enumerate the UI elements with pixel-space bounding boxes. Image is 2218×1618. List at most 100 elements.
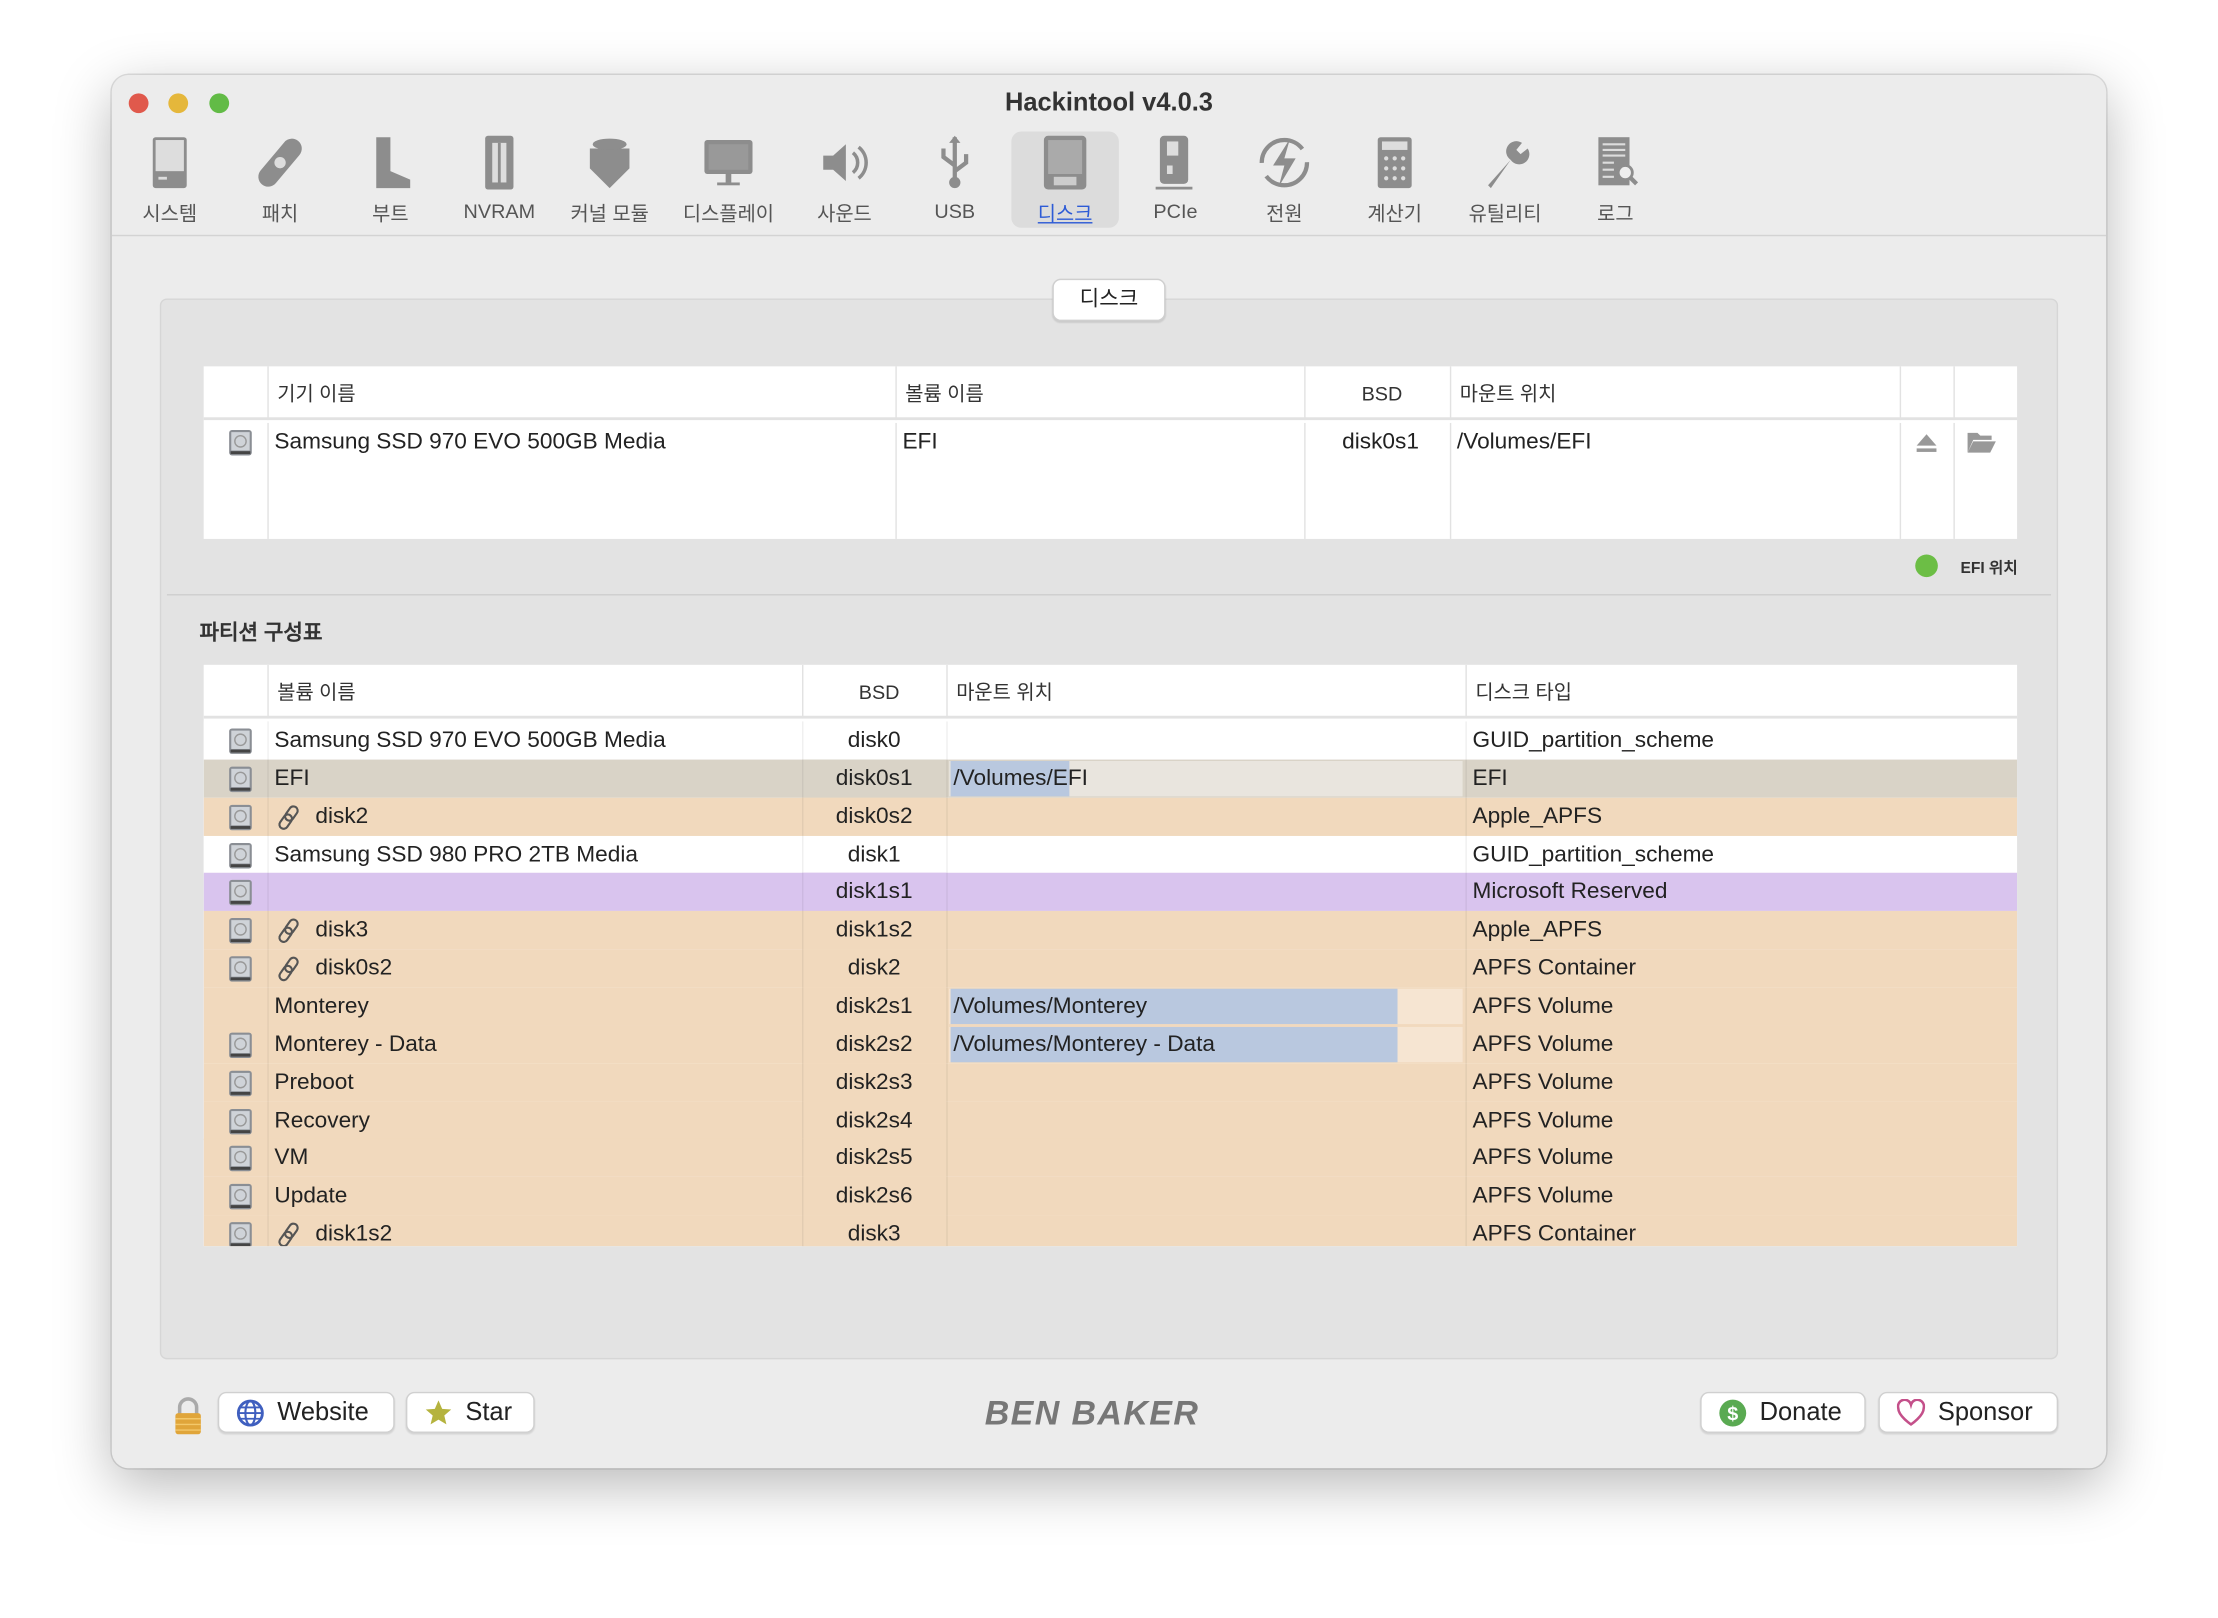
table-row[interactable]: Monterey - Data disk2s2/Volumes/Monterey … <box>203 1025 2018 1064</box>
volume-name: disk1s2 <box>315 1222 393 1247</box>
toolbar-item-label: 사운드 <box>817 202 872 225</box>
globe-icon <box>236 1399 264 1427</box>
toolbar-item-label: 로그 <box>1597 202 1634 225</box>
toolbar-item-wrench[interactable]: 유틸리티 <box>1451 132 1559 228</box>
column-mount[interactable]: 마운트 위치 <box>1449 366 1900 421</box>
column-open <box>1953 366 2015 421</box>
disk-type: APFS Container <box>1472 1222 1637 1247</box>
toolbar-item-speaker[interactable]: 사운드 <box>791 132 899 228</box>
hard-drive-icon <box>229 956 252 982</box>
toolbar-item-pcie-card[interactable]: PCIe <box>1122 132 1230 228</box>
bsd-name: disk1s1 <box>802 873 947 912</box>
hard-drive-icon <box>229 918 252 944</box>
table-row[interactable]: Update disk2s6 APFS Volume <box>203 1177 2018 1216</box>
toolbar-item-memory[interactable]: NVRAM <box>446 132 554 228</box>
column-volume-name[interactable]: 볼륨 이름 <box>267 664 802 719</box>
disk-type: APFS Volume <box>1472 1146 1614 1171</box>
disk-type: GUID_partition_scheme <box>1472 842 1715 867</box>
table-row[interactable]: disk2 disk0s2 Apple_APFS <box>203 797 2018 836</box>
memory-icon <box>485 135 514 190</box>
heart-icon <box>1896 1398 1926 1426</box>
volume-name: disk0s2 <box>315 956 393 981</box>
disk-type: Apple_APFS <box>1472 804 1603 829</box>
toolbar-item-label: PCIe <box>1153 199 1198 223</box>
table-row[interactable]: Monterey disk2s1/Volumes/Monterey APFS Vol… <box>203 987 2018 1026</box>
eject-icon[interactable] <box>1915 433 1938 453</box>
toolbar-item-label: 디스플레이 <box>682 202 775 225</box>
column-bsd[interactable]: BSD <box>1304 366 1450 421</box>
toolbar-item-label: 계산기 <box>1367 202 1423 225</box>
power-bolt-icon <box>1259 137 1310 188</box>
column-bsd[interactable]: BSD <box>802 664 946 719</box>
volume-name: VM <box>274 1146 309 1171</box>
hard-drive-icon <box>229 766 252 792</box>
volume-name: Monterey - Data <box>274 1032 437 1057</box>
toolbar-item-label: 시스템 <box>142 202 198 225</box>
efi-table-row[interactable]: Samsung SSD 970 EVO 500GB Media EFI disk… <box>204 423 2017 461</box>
volume-name: Monterey <box>274 994 369 1019</box>
partition-table: 볼륨 이름 BSD 마운트 위치 디스크 타입 Samsung SSD 970 … <box>203 664 2018 1247</box>
website-label: Website <box>277 1397 369 1426</box>
disk-type: APFS Container <box>1472 956 1637 981</box>
toolbar-item-label: 디스크 <box>1037 202 1093 225</box>
table-row[interactable]: disk1s2 disk3 APFS Container <box>203 1215 2018 1247</box>
wrench-icon <box>1488 141 1530 189</box>
lego-brick-icon <box>589 138 630 189</box>
mount-point: /Volumes/EFI <box>953 766 1088 791</box>
pcie-card-icon <box>1155 135 1193 190</box>
table-row[interactable]: Samsung SSD 970 EVO 500GB Media disk0 GUID… <box>203 721 2018 760</box>
column-disk-type[interactable]: 디스크 타입 <box>1465 664 2014 719</box>
column-device-name[interactable]: 기기 이름 <box>267 366 895 421</box>
hard-drive-icon <box>229 804 252 830</box>
volume-name: disk3 <box>315 918 369 943</box>
toolbar-item-usb[interactable]: USB <box>901 132 1009 228</box>
column-eject <box>1899 366 1954 421</box>
donate-label: Donate <box>1759 1397 1842 1426</box>
table-row[interactable]: disk3 disk1s2 Apple_APFS <box>203 911 2018 950</box>
toolbar-item-bandage[interactable]: 패치 <box>226 132 334 228</box>
table-row[interactable]: EFI disk0s1/Volumes/EFI EFI <box>203 759 2018 798</box>
table-row[interactable]: Preboot disk2s3 APFS Volume <box>203 1063 2018 1102</box>
website-button[interactable]: Website <box>217 1391 395 1433</box>
toolbar: 시스템 패치 부트 NVRAM 커널 모듈 디스플레이 사운드 USB 디스크 PCIe 전원 계산기… <box>111 75 2107 237</box>
toolbar-item-monitor[interactable]: 디스플레이 <box>675 132 783 228</box>
bsd-name: disk1 <box>802 835 947 874</box>
table-row[interactable]: disk0s2 disk2 APFS Container <box>203 949 2018 988</box>
toolbar-item-disk[interactable]: 디스크 <box>1011 131 1119 228</box>
tab-disk[interactable]: 디스크 <box>1052 278 1166 322</box>
toolbar-item-lego-brick[interactable]: 커널 모듈 <box>556 132 664 228</box>
table-row[interactable]: disk1s1 Microsoft Reserved <box>203 873 2018 912</box>
speaker-icon <box>823 144 868 182</box>
hard-drive-icon <box>229 728 252 754</box>
toolbar-item-boot[interactable]: 부트 <box>337 132 445 228</box>
disk-type: GUID_partition_scheme <box>1472 728 1715 753</box>
folder-open-icon[interactable] <box>1966 431 1997 454</box>
toolbar-item-log-search[interactable]: 로그 <box>1562 132 1670 228</box>
star-label: Star <box>465 1397 513 1426</box>
hard-drive-icon <box>229 430 252 456</box>
toolbar-item-label: 커널 모듈 <box>570 202 649 225</box>
table-row[interactable]: Samsung SSD 980 PRO 2TB Media disk1 GUID_p… <box>203 835 2018 874</box>
hard-drive-icon <box>229 1070 252 1096</box>
ben-baker-logo[interactable]: BEN BAKER <box>904 1395 1280 1435</box>
donate-button[interactable]: $ Donate <box>1700 1391 1866 1433</box>
lock-icon[interactable] <box>173 1396 204 1436</box>
toolbar-item-power-bolt[interactable]: 전원 <box>1231 132 1339 228</box>
toolbar-item-computer[interactable]: 시스템 <box>116 132 224 228</box>
table-row[interactable]: Recovery disk2s4 APFS Volume <box>203 1101 2018 1140</box>
toolbar-item-calculator[interactable]: 계산기 <box>1341 132 1449 228</box>
disk-type: APFS Volume <box>1472 1184 1614 1209</box>
column-mount[interactable]: 마운트 위치 <box>946 664 1465 719</box>
boot-icon <box>376 137 411 189</box>
hard-drive-icon <box>229 1108 252 1134</box>
sponsor-button[interactable]: Sponsor <box>1878 1391 2059 1433</box>
bsd-name: disk3 <box>802 1215 947 1247</box>
partition-table-header: 볼륨 이름 BSD 마운트 위치 디스크 타입 <box>203 664 2018 719</box>
column-volume-name[interactable]: 볼륨 이름 <box>895 366 1304 421</box>
table-row[interactable]: VM disk2s5 APFS Volume <box>203 1139 2018 1178</box>
disk-type: Apple_APFS <box>1472 918 1603 943</box>
mount-point: /Volumes/EFI <box>1456 430 1592 455</box>
bsd-name: disk2s1 <box>802 987 947 1026</box>
star-button[interactable]: Star <box>405 1391 535 1433</box>
volume-name: disk2 <box>315 804 369 829</box>
